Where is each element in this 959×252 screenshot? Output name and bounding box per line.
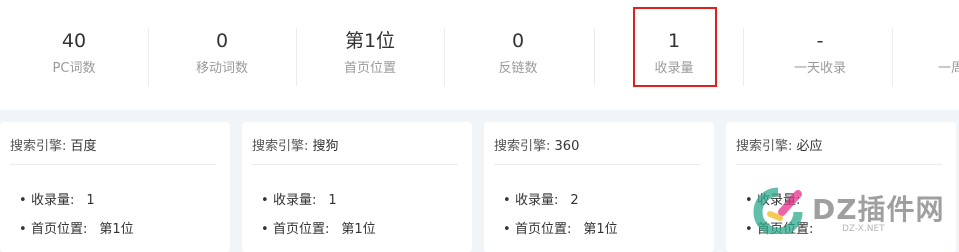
engine-key-label: 搜索引擎: bbox=[494, 139, 551, 154]
stat-value: 第1位 bbox=[344, 30, 396, 52]
stat-label: 一天收录 bbox=[793, 61, 846, 76]
stat-value: 0 bbox=[511, 30, 525, 52]
card-title: 搜索引擎: 必应 bbox=[736, 135, 823, 154]
watermark-subtext: DZ-X.NET bbox=[842, 224, 885, 234]
bullet-icon: • bbox=[503, 193, 511, 208]
row-label: 首页位置: bbox=[273, 222, 330, 237]
stat-value: 0 bbox=[215, 30, 229, 52]
row-value: 1 bbox=[86, 193, 95, 208]
row-value: 2 bbox=[570, 193, 579, 208]
stat-label: 一周 bbox=[938, 61, 959, 76]
engine-name: 百度 bbox=[70, 139, 97, 154]
site-stats-bar: 40 PC词数 0 移动词数 第1位 首页位置 0 反链数 1 收录量 - 一天… bbox=[0, 0, 959, 110]
bullet-icon: • bbox=[261, 193, 269, 208]
list-item: • 收录量: 1 bbox=[19, 189, 95, 208]
list-item: • 首页位置: 第1位 bbox=[19, 218, 134, 237]
stat-divider bbox=[743, 28, 744, 86]
card-divider bbox=[736, 164, 942, 165]
stat-divider bbox=[892, 28, 893, 86]
card-title: 搜索引擎: 搜狗 bbox=[252, 135, 339, 154]
list-item: • 首页位置: 第1位 bbox=[261, 218, 376, 237]
engine-card-sogou: 搜索引擎: 搜狗 • 收录量: 1 • 首页位置: 第1位 bbox=[242, 122, 472, 252]
stat-label: 反链数 bbox=[498, 61, 538, 76]
engine-key-label: 搜索引擎: bbox=[252, 139, 309, 154]
row-value: 1 bbox=[328, 193, 337, 208]
engine-key-label: 搜索引擎: bbox=[736, 139, 793, 154]
engine-card-360: 搜索引擎: 360 • 收录量: 2 • 首页位置: 第1位 bbox=[484, 122, 714, 252]
plugin-logo-icon bbox=[753, 187, 803, 237]
highlight-annotation-box bbox=[633, 7, 717, 87]
stat-label: 首页位置 bbox=[343, 61, 396, 76]
stat-divider bbox=[594, 28, 595, 86]
bullet-icon: • bbox=[19, 193, 27, 208]
list-item: • 收录量: 1 bbox=[261, 189, 337, 208]
stat-homepage-position[interactable]: 第1位 首页位置 bbox=[296, 28, 444, 78]
list-item: • 首页位置: 第1位 bbox=[503, 218, 618, 237]
row-value: 第1位 bbox=[99, 222, 134, 237]
card-title: 搜索引擎: 360 bbox=[494, 135, 579, 154]
card-title: 搜索引擎: 百度 bbox=[10, 135, 97, 154]
engine-name: 必应 bbox=[796, 139, 823, 154]
stat-label: 移动词数 bbox=[195, 61, 248, 76]
row-label: 首页位置: bbox=[31, 222, 88, 237]
card-divider bbox=[494, 164, 700, 165]
engine-name: 搜狗 bbox=[312, 139, 339, 154]
row-value: 第1位 bbox=[341, 222, 376, 237]
row-label: 收录量: bbox=[515, 193, 559, 208]
stat-value bbox=[938, 28, 959, 54]
watermark-logo: DZ插件网 DZ-X.NET bbox=[752, 186, 952, 237]
row-label: 收录量: bbox=[31, 193, 75, 208]
card-divider bbox=[10, 164, 216, 165]
engine-card-baidu: 搜索引擎: 百度 • 收录量: 1 • 首页位置: 第1位 bbox=[0, 122, 230, 252]
stat-mobile-keywords[interactable]: 0 移动词数 bbox=[148, 28, 296, 78]
engine-name: 360 bbox=[554, 139, 580, 154]
card-divider bbox=[252, 164, 458, 165]
stat-daily-indexed[interactable]: - 一天收录 bbox=[746, 28, 894, 78]
watermark-text: DZ插件网 bbox=[812, 193, 945, 226]
stat-value: - bbox=[816, 30, 824, 52]
row-label: 收录量: bbox=[273, 193, 317, 208]
stat-pc-keywords[interactable]: 40 PC词数 bbox=[0, 28, 148, 78]
row-label: 首页位置: bbox=[515, 222, 572, 237]
bullet-icon: • bbox=[19, 222, 27, 237]
engine-key-label: 搜索引擎: bbox=[10, 139, 67, 154]
bullet-icon: • bbox=[503, 222, 511, 237]
bullet-icon: • bbox=[261, 222, 269, 237]
stat-weekly-indexed[interactable]: 一周 bbox=[938, 28, 959, 78]
stat-backlinks[interactable]: 0 反链数 bbox=[444, 28, 592, 78]
stat-label: PC词数 bbox=[52, 61, 96, 76]
list-item: • 收录量: 2 bbox=[503, 189, 579, 208]
row-value: 第1位 bbox=[583, 222, 618, 237]
stat-value: 40 bbox=[61, 30, 87, 52]
